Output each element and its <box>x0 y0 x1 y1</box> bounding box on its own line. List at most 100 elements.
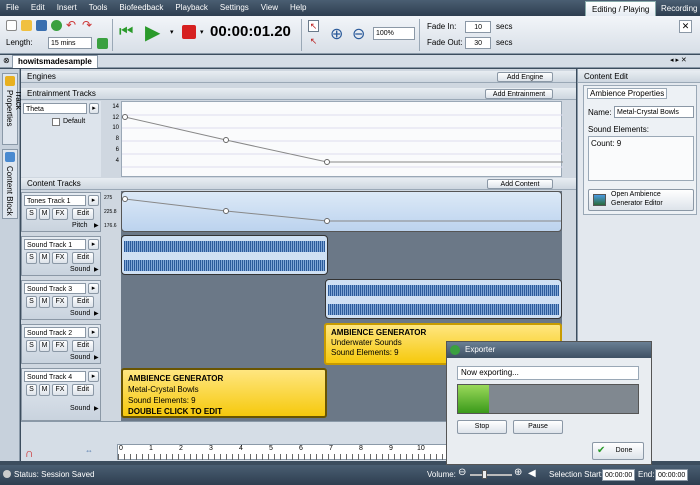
tab-scroll-icon[interactable]: ◂ ▸ ✕ <box>670 56 687 64</box>
zoom-in-icon[interactable]: ⊕ <box>330 24 343 44</box>
fx-button[interactable]: FX <box>52 296 68 308</box>
solo-button[interactable]: S <box>26 296 37 308</box>
play-dropdown-icon[interactable]: ▾ <box>170 28 174 36</box>
track-name-field[interactable]: Sound Track 2 <box>24 327 86 338</box>
edit-button[interactable]: Edit <box>72 384 94 396</box>
selection-start-input[interactable]: 00:00:00 <box>602 469 635 481</box>
mute-button[interactable]: M <box>39 252 50 264</box>
select-tool-icon[interactable]: ↖ <box>308 36 319 48</box>
close-icon[interactable]: ✕ <box>679 20 692 33</box>
expand-icon[interactable]: ▶ <box>94 266 99 273</box>
refresh-icon[interactable] <box>51 20 62 31</box>
default-checkbox[interactable] <box>52 118 60 126</box>
tones-clip[interactable] <box>121 191 562 232</box>
redo-icon[interactable]: ↷ <box>82 18 92 32</box>
tab-recording[interactable]: Recording <box>655 1 700 16</box>
volume-up-icon[interactable]: ⊕ <box>514 467 522 478</box>
menu-file[interactable]: File <box>0 0 25 16</box>
open-ambience-editor-button[interactable]: Open Ambience Generator Editor <box>588 189 694 211</box>
solo-button[interactable]: S <box>26 208 37 220</box>
mute-button[interactable]: M <box>39 296 50 308</box>
entrainment-play-icon[interactable]: ▸ <box>89 103 99 114</box>
solo-button[interactable]: S <box>26 384 37 396</box>
menu-biofeedback[interactable]: Biofeedback <box>113 0 169 16</box>
fade-in-input[interactable]: 10 <box>465 21 491 33</box>
stop-button[interactable]: Stop <box>457 420 507 434</box>
exporter-titlebar[interactable]: Exporter <box>447 342 651 358</box>
mute-button[interactable]: M <box>39 208 50 220</box>
expand-icon[interactable]: ▶ <box>94 310 99 317</box>
mute-button[interactable]: M <box>39 384 50 396</box>
record-dropdown-icon[interactable]: ▾ <box>200 28 204 36</box>
track-name-field[interactable]: Sound Track 3 <box>24 283 86 294</box>
entrainment-select[interactable]: Theta <box>23 103 87 114</box>
speaker-icon[interactable]: ◀ <box>528 468 536 479</box>
add-entrainment-button[interactable]: Add Entrainment <box>485 89 553 99</box>
expand-icon[interactable]: ▶ <box>94 405 99 412</box>
track-name-field[interactable]: Sound Track 1 <box>24 239 86 250</box>
solo-button[interactable]: S <box>26 252 37 264</box>
apply-length-icon[interactable] <box>97 38 108 49</box>
rewind-icon[interactable]: ⏮ <box>119 23 133 41</box>
menu-help[interactable]: Help <box>284 0 312 16</box>
fx-button[interactable]: FX <box>52 340 68 352</box>
edit-button[interactable]: Edit <box>72 340 94 352</box>
undo-icon[interactable]: ↶ <box>66 18 76 32</box>
magnet-icon[interactable]: ∩ <box>25 446 34 460</box>
menu-playback[interactable]: Playback <box>169 0 213 16</box>
volume-slider[interactable] <box>470 474 512 476</box>
end-input[interactable]: 00:00:00 <box>655 469 688 481</box>
edit-button[interactable]: Edit <box>72 252 94 264</box>
menu-view[interactable]: View <box>255 0 284 16</box>
menu-insert[interactable]: Insert <box>51 0 83 16</box>
volume-down-icon[interactable]: ⊖ <box>458 467 466 478</box>
pointer-tool-icon[interactable]: ↖ <box>308 20 319 32</box>
add-engine-button[interactable]: Add Engine <box>497 72 553 82</box>
track-play-icon[interactable]: ▸ <box>88 371 99 382</box>
ambience-clip-selected[interactable]: AMBIENCE GENERATOR Metal-Crystal Bowls S… <box>121 368 327 418</box>
sound-clip[interactable] <box>121 235 328 275</box>
expand-icon[interactable]: ▶ <box>94 354 99 361</box>
play-icon[interactable]: ▶ <box>145 20 160 45</box>
fx-button[interactable]: FX <box>52 208 68 220</box>
volume-slider-thumb[interactable] <box>482 470 487 479</box>
zoom-out-icon[interactable]: ⊖ <box>352 24 365 44</box>
sound-clip[interactable] <box>325 279 562 319</box>
track-play-icon[interactable]: ▸ <box>88 327 99 338</box>
record-icon[interactable] <box>182 25 196 39</box>
expand-icon[interactable]: ▶ <box>94 222 99 229</box>
tab-track-properties[interactable]: Track Properties <box>2 73 23 145</box>
menu-edit[interactable]: Edit <box>25 0 51 16</box>
fit-icon[interactable]: ⇔ <box>85 446 93 455</box>
menu-tools[interactable]: Tools <box>83 0 114 16</box>
track-name-field[interactable]: Tones Track 1 <box>24 195 86 206</box>
close-tab-icon[interactable]: ⊗ <box>3 56 10 65</box>
track-name-field[interactable]: Sound Track 4 <box>24 371 86 382</box>
fade-out-input[interactable]: 30 <box>465 37 491 49</box>
edit-button[interactable]: Edit <box>72 296 94 308</box>
waveform <box>328 285 559 296</box>
zoom-select[interactable]: 100% <box>373 27 415 40</box>
track-play-icon[interactable]: ▸ <box>88 239 99 250</box>
length-select[interactable]: 15 mins <box>48 37 92 49</box>
fx-button[interactable]: FX <box>52 384 68 396</box>
tab-document[interactable]: howitsmadesample <box>12 55 98 68</box>
solo-button[interactable]: S <box>26 340 37 352</box>
pause-button[interactable]: Pause <box>513 420 563 434</box>
fx-button[interactable]: FX <box>52 252 68 264</box>
done-button[interactable]: ✔ Done <box>592 442 644 460</box>
entrainment-graph[interactable] <box>121 101 563 177</box>
save-icon[interactable] <box>36 20 47 31</box>
tab-content-block[interactable]: Content Block <box>2 149 18 219</box>
landscape-icon <box>593 194 606 206</box>
new-file-icon[interactable] <box>6 20 17 31</box>
mute-button[interactable]: M <box>39 340 50 352</box>
add-content-button[interactable]: Add Content <box>487 179 553 189</box>
tab-editing-playing[interactable]: Editing / Playing <box>585 1 657 16</box>
menu-settings[interactable]: Settings <box>214 0 255 16</box>
edit-button[interactable]: Edit <box>72 208 94 220</box>
ambience-name-input[interactable]: Metal-Crystal Bowls <box>614 106 694 118</box>
open-folder-icon[interactable] <box>21 20 32 31</box>
track-play-icon[interactable]: ▸ <box>88 195 99 206</box>
track-play-icon[interactable]: ▸ <box>88 283 99 294</box>
